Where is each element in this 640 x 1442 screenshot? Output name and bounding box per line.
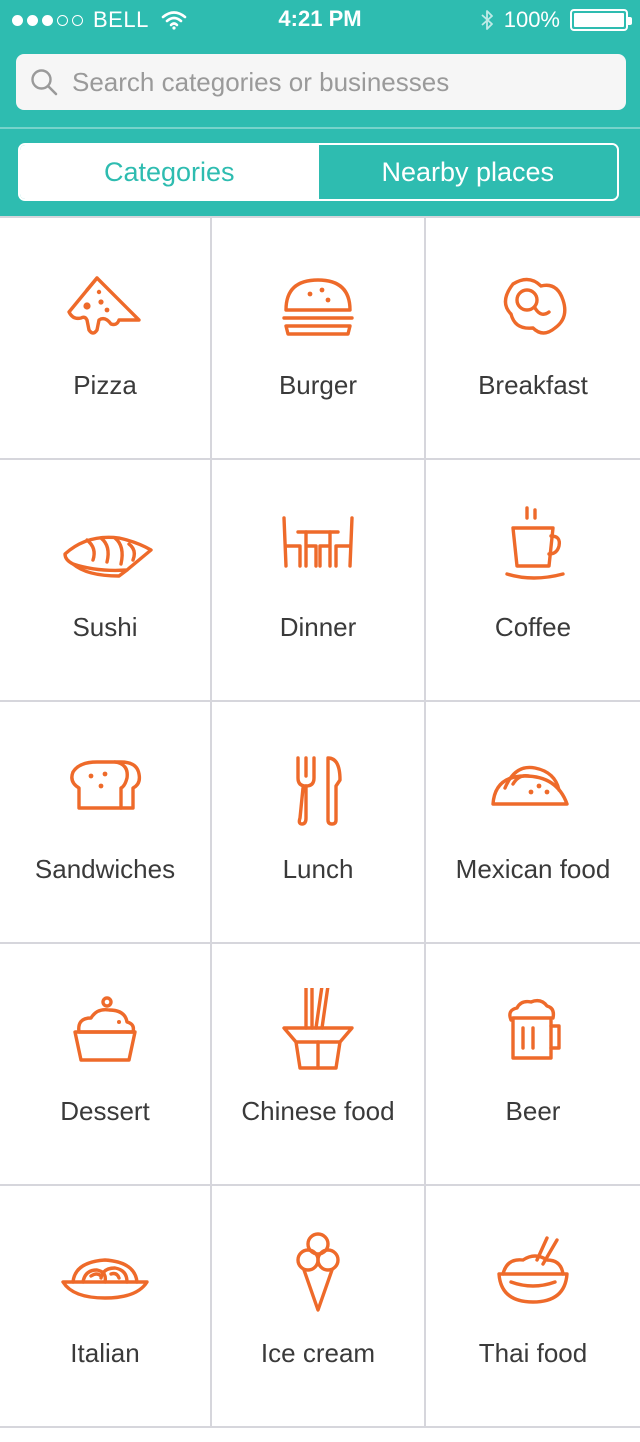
search-input[interactable] bbox=[72, 66, 602, 98]
category-dinner[interactable]: Dinner bbox=[212, 460, 426, 702]
search-bar[interactable] bbox=[16, 54, 626, 110]
fork-knife-icon bbox=[296, 756, 342, 826]
bluetooth-icon bbox=[481, 10, 493, 30]
category-ice-cream[interactable]: Ice cream bbox=[212, 1186, 426, 1428]
category-label: Beer bbox=[505, 1096, 561, 1126]
status-bar: BELL 4:21 PM 100% bbox=[0, 0, 640, 40]
category-label: Dinner bbox=[279, 612, 357, 642]
battery-icon bbox=[570, 9, 632, 31]
category-mexican-food[interactable]: Mexican food bbox=[426, 702, 640, 944]
category-label: Lunch bbox=[282, 854, 354, 884]
cupcake-icon bbox=[73, 996, 137, 1062]
category-grid: Pizza Burger Breakfast Sushi Dinner Coff… bbox=[0, 216, 640, 1442]
ice-cream-icon bbox=[296, 1232, 340, 1312]
burger-icon bbox=[282, 278, 354, 336]
segmented-control: Categories Nearby places bbox=[18, 143, 619, 201]
category-chinese-food[interactable]: Chinese food bbox=[212, 944, 426, 1186]
category-burger[interactable]: Burger bbox=[212, 218, 426, 460]
category-label: Ice cream bbox=[260, 1338, 376, 1368]
tab-nearby-places[interactable]: Nearby places bbox=[318, 145, 617, 199]
category-coffee[interactable]: Coffee bbox=[426, 460, 640, 702]
category-label: Italian bbox=[70, 1338, 140, 1368]
status-right: 100% bbox=[480, 7, 632, 33]
category-beer[interactable]: Beer bbox=[426, 944, 640, 1186]
category-dessert[interactable]: Dessert bbox=[0, 944, 212, 1186]
search-icon bbox=[31, 69, 58, 96]
category-label: Burger bbox=[278, 370, 358, 400]
category-label: Sandwiches bbox=[34, 854, 176, 884]
pasta-plate-icon bbox=[61, 1258, 149, 1300]
category-label: Breakfast bbox=[478, 370, 588, 400]
category-pizza[interactable]: Pizza bbox=[0, 218, 212, 460]
tab-categories[interactable]: Categories bbox=[20, 145, 319, 199]
category-label: Mexican food bbox=[455, 854, 611, 884]
category-label: Coffee bbox=[494, 612, 572, 642]
pizza-icon bbox=[67, 276, 141, 335]
category-breakfast[interactable]: Breakfast bbox=[426, 218, 640, 460]
rice-bowl-icon bbox=[497, 1236, 569, 1304]
table-chairs-icon bbox=[282, 516, 354, 568]
category-sandwiches[interactable]: Sandwiches bbox=[0, 702, 212, 944]
category-label: Dessert bbox=[60, 1096, 150, 1126]
category-lunch[interactable]: Lunch bbox=[212, 702, 426, 944]
taco-icon bbox=[491, 765, 569, 806]
category-thai-food[interactable]: Thai food bbox=[426, 1186, 640, 1428]
category-label: Pizza bbox=[73, 370, 137, 400]
egg-icon bbox=[503, 277, 567, 335]
header-divider bbox=[0, 127, 640, 129]
category-label: Chinese food bbox=[241, 1096, 395, 1126]
bread-icon bbox=[70, 760, 142, 810]
sushi-icon bbox=[63, 535, 153, 578]
header: BELL 4:21 PM 100% Categories Nearby plac bbox=[0, 0, 640, 216]
category-label: Thai food bbox=[478, 1338, 588, 1368]
coffee-cup-icon bbox=[505, 506, 565, 580]
battery-percent: 100% bbox=[503, 7, 560, 32]
beer-mug-icon bbox=[508, 998, 561, 1060]
takeout-box-icon bbox=[282, 988, 354, 1070]
category-label: Sushi bbox=[72, 612, 138, 642]
category-sushi[interactable]: Sushi bbox=[0, 460, 212, 702]
category-italian[interactable]: Italian bbox=[0, 1186, 212, 1428]
